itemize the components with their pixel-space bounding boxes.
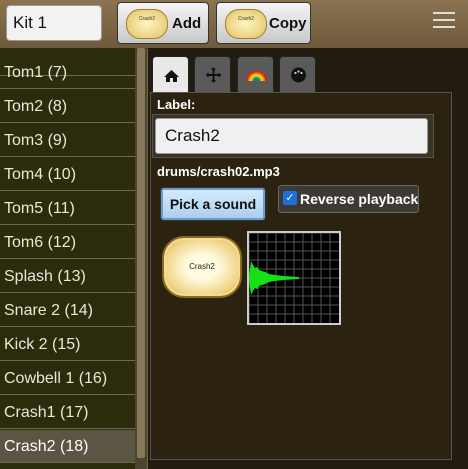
list-item[interactable]: Kick 2 (15) bbox=[0, 328, 135, 361]
waveform-graph bbox=[248, 232, 339, 323]
drum-icon bbox=[291, 67, 306, 83]
pad-icon: Crash2 bbox=[126, 9, 168, 39]
tab-home[interactable] bbox=[152, 56, 189, 92]
scrollbar-thumb[interactable] bbox=[137, 48, 145, 458]
move-icon bbox=[205, 67, 222, 83]
rainbow-icon bbox=[246, 70, 267, 82]
list-item[interactable]: Tom1 (7) bbox=[0, 56, 135, 89]
add-button[interactable]: Crash2 Add bbox=[117, 2, 209, 44]
list-item[interactable]: Snare 2 (14) bbox=[0, 294, 135, 327]
sound-file-path: drums/crash02.mp3 bbox=[157, 164, 280, 179]
list-item[interactable]: Cowbell 1 (16) bbox=[0, 362, 135, 395]
pad-preview-label: Crash2 bbox=[189, 262, 215, 271]
sound-list: Tom1 (7) Tom2 (8) Tom3 (9) Tom4 (10) Tom… bbox=[0, 48, 135, 469]
copy-button[interactable]: Crash2 Copy bbox=[216, 2, 311, 44]
copy-button-label: Copy bbox=[269, 15, 307, 32]
list-item[interactable]: Tom6 (12) bbox=[0, 226, 135, 259]
list-item-selected[interactable]: Crash2 (18) bbox=[0, 430, 135, 463]
tab-move[interactable] bbox=[194, 56, 231, 92]
reverse-playback-label: Reverse playback bbox=[300, 191, 419, 207]
list-item[interactable]: Tom3 (9) bbox=[0, 124, 135, 157]
kit-name-input[interactable]: Kit 1 bbox=[6, 5, 102, 41]
pick-sound-button[interactable]: Pick a sound bbox=[160, 187, 266, 221]
list-item[interactable]: Crash1 (17) bbox=[0, 396, 135, 429]
top-toolbar: Kit 1 Crash2 Add Crash2 Copy bbox=[0, 0, 468, 49]
list-item[interactable]: Tom2 (8) bbox=[0, 90, 135, 123]
list-item[interactable]: Tom4 (10) bbox=[0, 158, 135, 191]
pad-icon: Crash2 bbox=[225, 9, 267, 39]
waveform-display bbox=[247, 231, 341, 325]
home-icon bbox=[164, 70, 179, 82]
label-heading: Label: bbox=[157, 97, 196, 112]
tab-sound[interactable] bbox=[279, 56, 316, 92]
list-item[interactable]: Tom5 (11) bbox=[0, 192, 135, 225]
label-input[interactable]: Crash2 bbox=[155, 118, 428, 154]
add-button-label: Add bbox=[172, 15, 202, 32]
tab-color[interactable] bbox=[237, 56, 274, 92]
list-item[interactable]: Splash (13) bbox=[0, 260, 135, 293]
reverse-playback-checkbox[interactable]: ✓ bbox=[283, 191, 297, 205]
menu-icon[interactable] bbox=[433, 12, 455, 30]
